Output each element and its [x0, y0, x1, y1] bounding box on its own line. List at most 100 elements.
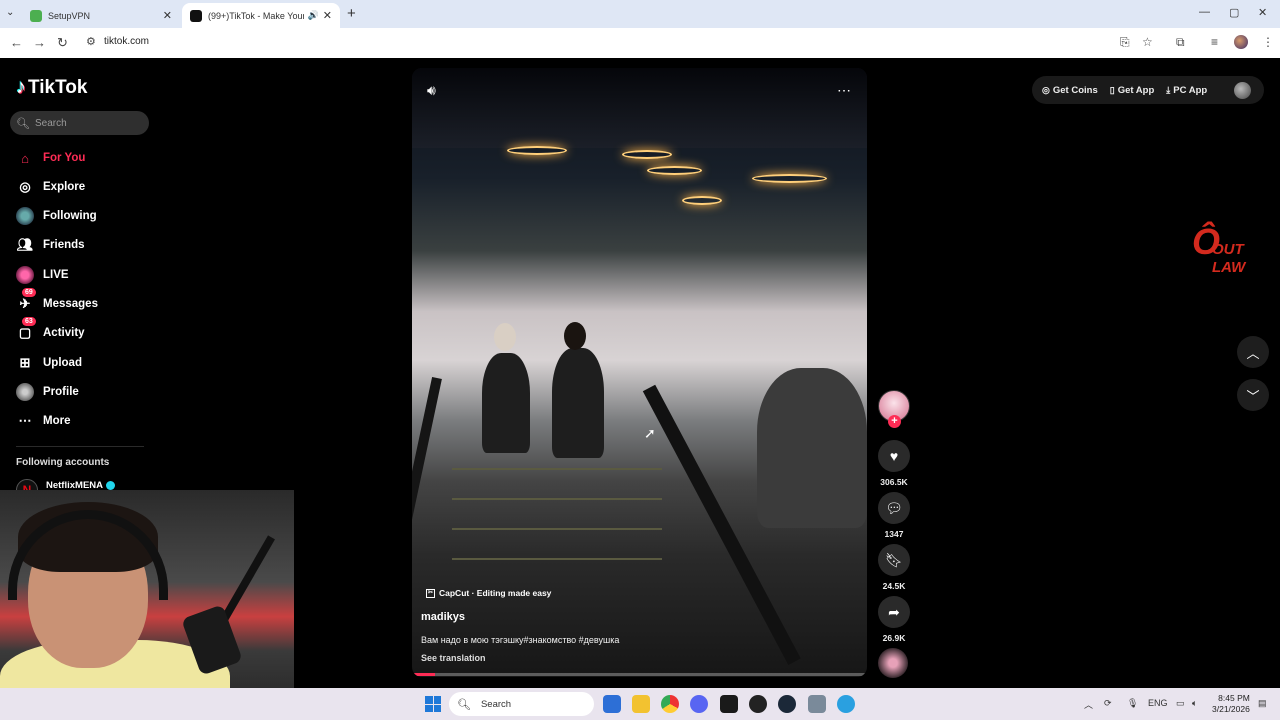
taskbar-steam-icon[interactable] [778, 695, 796, 713]
video-player[interactable]: 🔊︎ ⋯ ➚ ✂ CapCut · Editing made easy madi… [412, 68, 867, 677]
taskbar-file-explorer-icon[interactable] [632, 695, 650, 713]
home-icon: ⌂ [21, 150, 29, 166]
nav-label: Following [43, 210, 97, 222]
get-app-button[interactable]: ▯ Get App [1110, 85, 1155, 96]
tray-volume-icon[interactable]: 🔈︎ [1192, 698, 1197, 709]
nav-explore[interactable]: ◎ Explore [16, 176, 85, 198]
messages-icon: ✈ 69 [16, 288, 36, 313]
notification-icon[interactable]: ▤ [1258, 698, 1267, 709]
bookmark-star-icon[interactable]: ☆ [1142, 35, 1153, 49]
search-box[interactable]: 🔍︎ [10, 111, 149, 135]
activity-badge: 63 [22, 317, 36, 326]
tray-network-icon[interactable]: ▭ [1176, 698, 1185, 709]
tab-search-icon[interactable]: ⌄ [6, 7, 14, 18]
tab-tiktok[interactable]: (99+)TikTok - Make Your Day 🔊 ✕ [182, 3, 340, 28]
nav-activity[interactable]: ▢ 63 Activity [16, 317, 85, 344]
save-count: 24.5K [882, 581, 906, 591]
nav-more[interactable]: ⋯ More [16, 410, 71, 432]
taskbar-app-icon[interactable] [837, 695, 855, 713]
messages-badge: 69 [22, 288, 36, 297]
speaker-icon[interactable]: 🔊 [308, 10, 319, 21]
nav-for-you[interactable]: ⌂ For You [16, 147, 85, 169]
video-scene-step [452, 498, 662, 500]
next-video-button[interactable]: ﹀ [1237, 379, 1269, 411]
like-button[interactable]: ♥ [878, 440, 910, 472]
url-field[interactable]: tiktok.com [104, 36, 149, 47]
user-avatar[interactable] [1234, 82, 1251, 99]
taskbar-chrome-icon[interactable] [661, 695, 679, 713]
tiktok-note-icon: ♪ [16, 76, 26, 98]
coin-icon: ◎ [1042, 84, 1050, 95]
browser-menu-icon[interactable]: ⋮ [1262, 35, 1274, 49]
tiktok-logo[interactable]: ♪ TikTok [16, 76, 87, 99]
volume-icon[interactable]: 🔊︎ [427, 82, 436, 99]
chevron-up-icon: ︿ [1246, 345, 1260, 361]
minimize-icon[interactable]: — [1199, 6, 1210, 18]
more-options-icon[interactable]: ⋯ [837, 82, 851, 99]
tray-sync-icon[interactable]: ⟳ [1104, 698, 1112, 709]
nav-live[interactable]: LIVE [16, 264, 69, 286]
nav-profile[interactable]: Profile [16, 381, 79, 403]
site-info-icon[interactable]: ⚙ [86, 35, 96, 48]
taskbar-discord-icon[interactable] [690, 695, 708, 713]
nav-label: More [43, 415, 71, 427]
see-translation-link[interactable]: See translation [421, 653, 486, 663]
tray-expand-icon[interactable]: ︿ [1084, 698, 1093, 711]
reload-icon[interactable]: ↻ [57, 35, 68, 51]
save-button[interactable]: 🔖︎ [878, 544, 910, 576]
media-control-icon[interactable]: ≡ [1211, 35, 1218, 49]
taskbar-search[interactable]: 🔍︎ Search [449, 692, 594, 716]
taskbar-app-store-icon[interactable] [603, 695, 621, 713]
video-progress-fill [412, 673, 435, 676]
tray-mic-icon[interactable]: 🎙︎ [1127, 698, 1138, 709]
nav-messages[interactable]: ✈ 69 Messages [16, 288, 98, 315]
forward-icon[interactable]: → [33, 35, 46, 50]
share-count: 26.9K [882, 633, 906, 643]
follow-plus-icon[interactable]: + [888, 415, 901, 428]
nav-label: Friends [43, 239, 85, 251]
maximize-icon[interactable]: ▢ [1229, 6, 1239, 19]
music-disc-icon[interactable] [878, 648, 908, 678]
tab-setupvpn[interactable]: SetupVPN ✕ [22, 3, 180, 28]
pc-app-button[interactable]: ⤓ PC App [1166, 85, 1207, 96]
extensions-icon[interactable]: ⧉ [1176, 35, 1185, 50]
taskbar-clock[interactable]: 8:45 PM 3/21/2026 [1212, 693, 1250, 715]
nav-following[interactable]: Following [16, 205, 97, 227]
close-window-icon[interactable]: ✕ [1258, 6, 1267, 19]
comment-icon: 💬︎ [885, 499, 903, 516]
tray-language[interactable]: ENG [1148, 698, 1168, 708]
profile-avatar[interactable] [1234, 35, 1248, 49]
new-tab-button[interactable]: + [347, 5, 356, 22]
video-description: Вам надо в мою тэгэшку#знакомство #девуш… [421, 635, 620, 645]
friends-icon: 👥︎ [16, 237, 34, 252]
taskbar-search-label: Search [480, 698, 512, 710]
comment-button[interactable]: 💬︎ [878, 492, 910, 524]
video-scene-light [507, 146, 567, 155]
video-scene-head [564, 322, 586, 350]
video-progress-bar[interactable] [412, 673, 867, 676]
taskbar-settings-icon[interactable] [808, 695, 826, 713]
tab-title: (99+)TikTok - Make Your Day [208, 10, 304, 21]
install-app-icon[interactable]: ⎘ [1120, 35, 1130, 50]
video-scene-head [494, 323, 516, 351]
capcut-tag[interactable]: ✂ CapCut · Editing made easy [426, 588, 551, 598]
windows-start-icon[interactable] [425, 696, 441, 712]
taskbar-terminal-icon[interactable] [720, 695, 738, 713]
back-icon[interactable]: ← [10, 35, 23, 50]
download-icon: ⤓ [1166, 84, 1171, 95]
windows-taskbar: 🔍︎ Search ︿ ⟳ 🎙︎ ENG ▭ 🔈︎ 8:45 PM 3/21/2… [0, 688, 1280, 720]
video-scene-person [757, 368, 867, 528]
clock-date: 3/21/2026 [1212, 704, 1250, 714]
get-coins-button[interactable]: ◎ Get Coins [1042, 85, 1098, 96]
close-tab-icon[interactable]: ✕ [163, 9, 172, 22]
taskbar-obs-icon[interactable] [749, 695, 767, 713]
compass-icon: ◎ [19, 179, 31, 194]
video-username[interactable]: madikys [421, 611, 465, 623]
nav-upload[interactable]: ⊞ Upload [16, 352, 82, 374]
previous-video-button[interactable]: ︿ [1237, 336, 1269, 368]
close-tab-icon[interactable]: ✕ [323, 9, 332, 22]
share-button[interactable]: ➦ [878, 596, 910, 628]
search-input[interactable] [34, 117, 135, 129]
setupvpn-favicon-icon [30, 9, 42, 22]
nav-friends[interactable]: 👥︎ Friends [16, 234, 85, 256]
